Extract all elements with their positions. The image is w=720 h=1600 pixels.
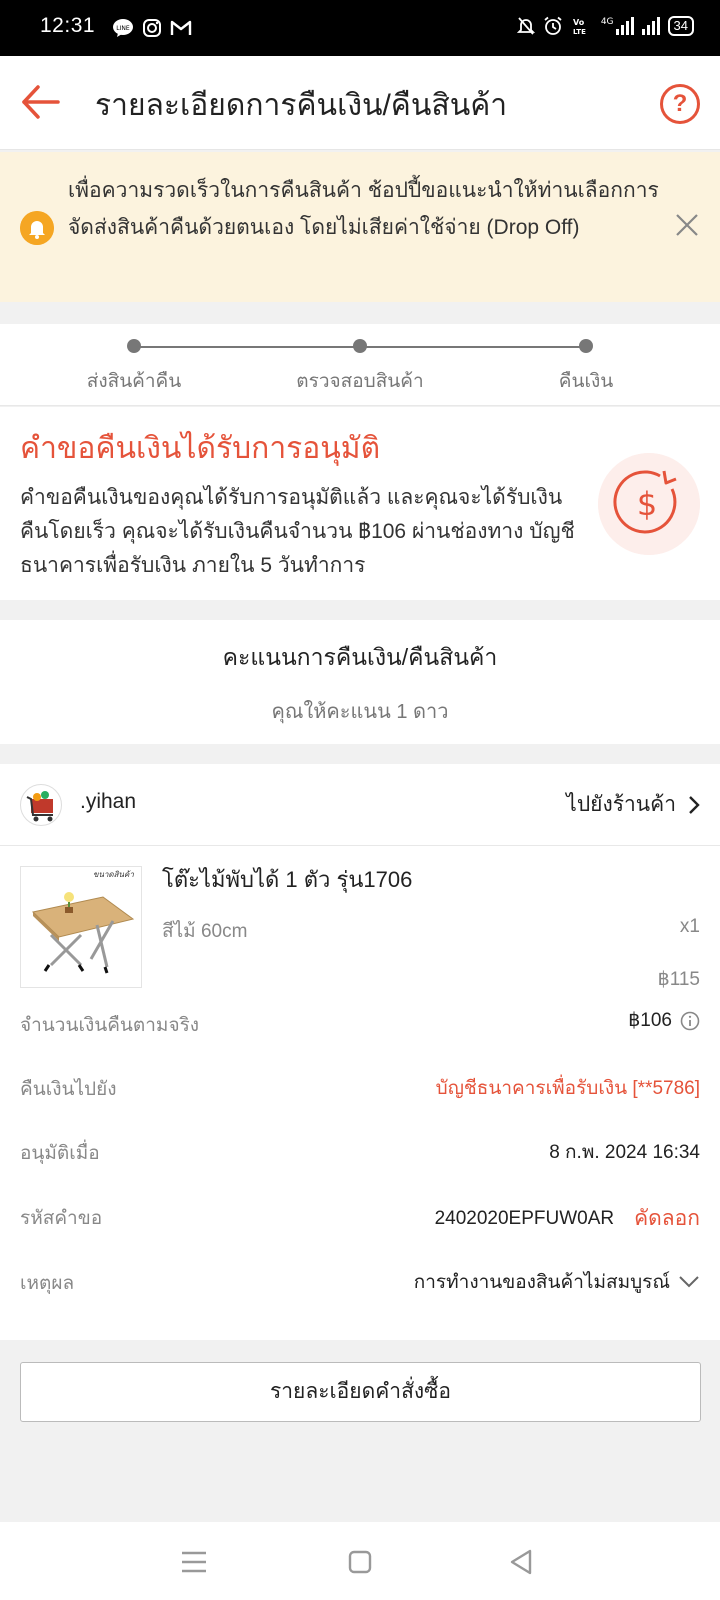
page-title: รายละเอียดการคืนเงิน/คืนสินค้า: [95, 89, 508, 122]
menu-icon[interactable]: [176, 1544, 212, 1580]
notice-text: เพื่อความรวดเร็วในการคืนสินค้า ช้อปปี้ขอ…: [68, 179, 659, 239]
actual-refund-row: จำนวนเงินคืนตามจริง ฿106: [0, 1004, 720, 1044]
signal-icon: 4G: [601, 17, 634, 35]
rating-subtitle: คุณให้คะแนน 1 ดาว: [271, 701, 449, 723]
step-label-return: ส่งสินค้าคืน: [86, 371, 182, 392]
request-id-label: รหัสคำขอ: [20, 1208, 103, 1229]
clock: 12:31: [40, 14, 96, 37]
top-app-bar: รายละเอียดการคืนเงิน/คืนสินค้า ?: [0, 56, 720, 150]
drop-off-notice: เพื่อความรวดเร็วในการคืนสินค้า ช้อปปี้ขอ…: [0, 152, 720, 302]
gmail-icon: [170, 20, 192, 35]
status-bar: 12:31 LINE Vo LTE 4G 34: [0, 0, 720, 56]
go-to-shop-label: ไปยังร้านค้า: [566, 793, 676, 816]
product-variant: สีไม้ 60cm: [162, 921, 248, 942]
step-label-inspect: ตรวจสอบสินค้า: [296, 371, 424, 392]
actual-refund-value: ฿106: [628, 1010, 672, 1031]
instagram-icon: [143, 19, 161, 37]
copy-button[interactable]: คัดลอก: [634, 1202, 700, 1235]
mute-icon: [516, 17, 535, 35]
close-icon[interactable]: [674, 212, 700, 238]
svg-text:$: $: [637, 485, 657, 523]
rating-title: คะแนนการคืนเงิน/คืนสินค้า: [222, 644, 498, 670]
approved-at-row: อนุมัติเมื่อ 8 ก.พ. 2024 16:34: [0, 1132, 720, 1172]
request-id-row: รหัสคำขอ 2402020EPFUW0AR คัดลอก: [0, 1197, 720, 1237]
svg-text:Vo: Vo: [573, 18, 585, 27]
refund-status-section: คำขอคืนเงินได้รับการอนุมัติ คำขอคืนเงินข…: [0, 407, 720, 600]
refund-to-label: คืนเงินไปยัง: [20, 1079, 117, 1100]
shop-name: .yihan: [80, 790, 137, 813]
shopping-cart-icon: [26, 791, 53, 822]
folding-table-image: ขนาดสินค้า: [31, 870, 134, 974]
chevron-right-icon: [689, 795, 700, 814]
product-quantity: x1: [679, 916, 700, 937]
actual-refund-label: จำนวนเงินคืนตามจริง: [20, 1015, 200, 1036]
system-nav-bar: [0, 1522, 720, 1600]
refund-dollar-icon: $: [598, 453, 700, 555]
chevron-down-icon[interactable]: [678, 1275, 700, 1289]
order-details-card: .yihan ไปยังร้านค้า ขนาดสินค้า โต๊ะไม้พั…: [0, 764, 720, 1340]
alarm-icon: [544, 16, 562, 35]
bell-icon: [20, 211, 54, 245]
step-dot: [353, 339, 367, 353]
step-dot: [127, 339, 141, 353]
step-dot: [579, 339, 593, 353]
return-rating-section: คะแนนการคืนเงิน/คืนสินค้า คุณให้คะแนน 1 …: [0, 620, 720, 744]
order-details-button[interactable]: รายละเอียดคำสั่งซื้อ: [20, 1362, 701, 1422]
product-name: โต๊ะไม้พับได้ 1 ตัว รุ่น1706: [162, 867, 413, 892]
request-id-value: 2402020EPFUW0AR: [434, 1207, 615, 1229]
svg-text:LINE: LINE: [116, 25, 130, 32]
shop-row[interactable]: .yihan ไปยังร้านค้า: [0, 764, 720, 846]
step-label-refund: คืนเงิน: [558, 371, 614, 392]
line-icon: LINE: [113, 19, 133, 37]
product-price: ฿115: [657, 969, 700, 990]
product-image[interactable]: ขนาดสินค้า: [20, 866, 142, 988]
go-to-shop-link[interactable]: ไปยังร้านค้า: [566, 788, 700, 821]
reason-label: เหตุผล: [20, 1273, 75, 1294]
return-progress-tracker: ส่งสินค้าคืน ตรวจสอบสินค้า คืนเงิน: [0, 324, 720, 406]
refund-to-value: บัญชีธนาคารเพื่อรับเงิน [**5786]: [435, 1078, 700, 1099]
approved-at-label: อนุมัติเมื่อ: [20, 1143, 100, 1164]
reason-row[interactable]: เหตุผล การทำงานของสินค้าไม่สมบูรณ์: [0, 1262, 720, 1302]
reason-value: การทำงานของสินค้าไม่สมบูรณ์: [413, 1272, 670, 1293]
approved-at-value: 8 ก.พ. 2024 16:34: [549, 1142, 700, 1163]
status-description: คำขอคืนเงินของคุณได้รับการอนุมัติแล้ว แล…: [20, 486, 575, 577]
back-arrow-icon[interactable]: [20, 82, 62, 122]
status-title: คำขอคืนเงินได้รับการอนุมัติ: [20, 432, 381, 465]
signal-icon-2: [641, 17, 660, 35]
shop-avatar: [20, 784, 62, 826]
back-triangle-icon[interactable]: [504, 1544, 540, 1580]
product-image-label: ขนาดสินค้า: [93, 870, 134, 879]
volte-icon: VoLTE: [573, 18, 586, 36]
home-icon[interactable]: [342, 1544, 378, 1580]
svg-text:LTE: LTE: [573, 28, 586, 36]
info-icon[interactable]: [680, 1011, 700, 1031]
battery-icon: 34: [667, 16, 694, 36]
help-icon[interactable]: ?: [660, 84, 700, 124]
refund-to-row: คืนเงินไปยัง บัญชีธนาคารเพื่อรับเงิน [**…: [0, 1068, 720, 1108]
